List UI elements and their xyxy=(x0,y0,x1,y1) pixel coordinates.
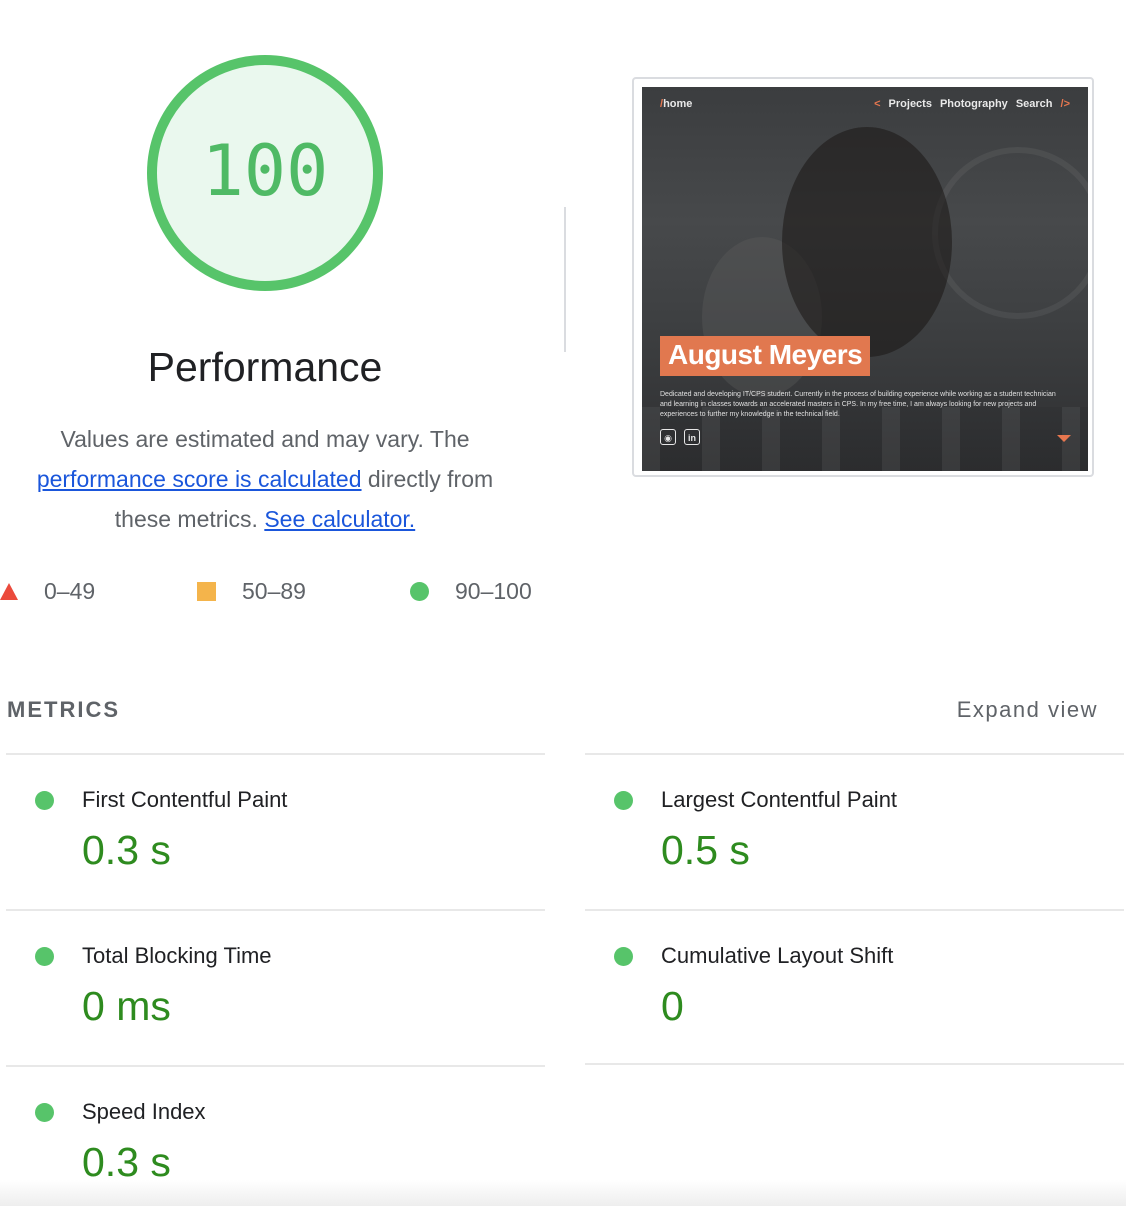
metric-title: Speed Index xyxy=(82,1099,206,1124)
metric-first-contentful-paint: First Contentful Paint 0.3 s xyxy=(6,755,526,885)
nav-item-photography: Photography xyxy=(939,98,1008,110)
screenshot-nav: < Projects Photography Search /> xyxy=(874,98,1070,110)
expand-view-toggle[interactable]: Expand view xyxy=(957,697,1098,723)
performance-score-gauge: 100 xyxy=(145,53,385,293)
bottom-fade xyxy=(0,1180,1126,1206)
metric-value: 0 xyxy=(661,983,684,1029)
pass-circle-icon xyxy=(35,791,54,810)
triangle-icon xyxy=(0,582,18,600)
metric-value: 0.3 s xyxy=(82,827,171,873)
nav-item-projects: Projects xyxy=(888,98,932,110)
score-calculation-link[interactable]: performance score is calculated xyxy=(37,466,362,492)
screenshot-social-icons: ◉ in xyxy=(660,429,700,445)
description-text-before: Values are estimated and may vary. The xyxy=(60,426,470,452)
pass-circle-icon xyxy=(614,947,633,966)
metric-total-blocking-time: Total Blocking Time 0 ms xyxy=(6,911,526,1041)
legend-fail: 0–49 xyxy=(0,576,95,606)
metric-title: Total Blocking Time xyxy=(82,943,272,968)
legend-pass: 90–100 xyxy=(410,576,532,606)
screenshot-bio: Dedicated and developing IT/CPS student.… xyxy=(660,391,1056,418)
screenshot-home-link: /home xyxy=(660,98,692,110)
metric-value: 0 ms xyxy=(82,983,171,1029)
github-icon: ◉ xyxy=(660,429,676,445)
pass-circle-icon xyxy=(35,947,54,966)
metric-value: 0.3 s xyxy=(82,1139,171,1185)
performance-score: 100 xyxy=(201,130,329,212)
final-screenshot-frame: /home < Projects Photography Search /> A… xyxy=(632,77,1094,477)
circle-icon xyxy=(410,581,429,601)
background-seal-shape xyxy=(932,147,1088,319)
metric-cumulative-layout-shift: Cumulative Layout Shift 0 xyxy=(585,911,1105,1041)
pass-circle-icon xyxy=(614,791,633,810)
nav-item-search: Search xyxy=(1015,98,1053,110)
nav-open-bracket: < xyxy=(874,98,881,110)
final-screenshot: /home < Projects Photography Search /> A… xyxy=(642,87,1088,471)
metric-title: Largest Contentful Paint xyxy=(661,787,898,812)
metric-speed-index: Speed Index 0.3 s xyxy=(6,1067,526,1197)
nav-close-bracket: /> xyxy=(1060,98,1070,110)
category-title: Performance xyxy=(147,344,383,390)
home-label: home xyxy=(663,98,693,110)
metric-largest-contentful-paint: Largest Contentful Paint 0.5 s xyxy=(585,755,1105,885)
see-calculator-link[interactable]: See calculator. xyxy=(264,506,415,532)
metrics-rule xyxy=(585,1063,1124,1065)
legend-fail-range: 0–49 xyxy=(44,577,96,604)
screenshot-hero-name: August Meyers xyxy=(660,336,871,376)
score-description: Values are estimated and may vary. The p… xyxy=(8,419,522,539)
legend-pass-range: 90–100 xyxy=(455,577,532,604)
metrics-heading: METRICS xyxy=(7,697,120,722)
scroll-down-icon xyxy=(1057,435,1071,442)
vertical-divider xyxy=(564,207,566,352)
metric-value: 0.5 s xyxy=(661,827,750,873)
pass-circle-icon xyxy=(35,1103,54,1122)
legend-average-range: 50–89 xyxy=(242,577,306,604)
square-icon xyxy=(197,581,216,601)
metric-title: Cumulative Layout Shift xyxy=(661,943,894,968)
metric-title: First Contentful Paint xyxy=(82,787,288,812)
background-person-shape xyxy=(782,127,952,357)
linkedin-icon: in xyxy=(684,429,700,445)
legend-average: 50–89 xyxy=(197,576,306,606)
